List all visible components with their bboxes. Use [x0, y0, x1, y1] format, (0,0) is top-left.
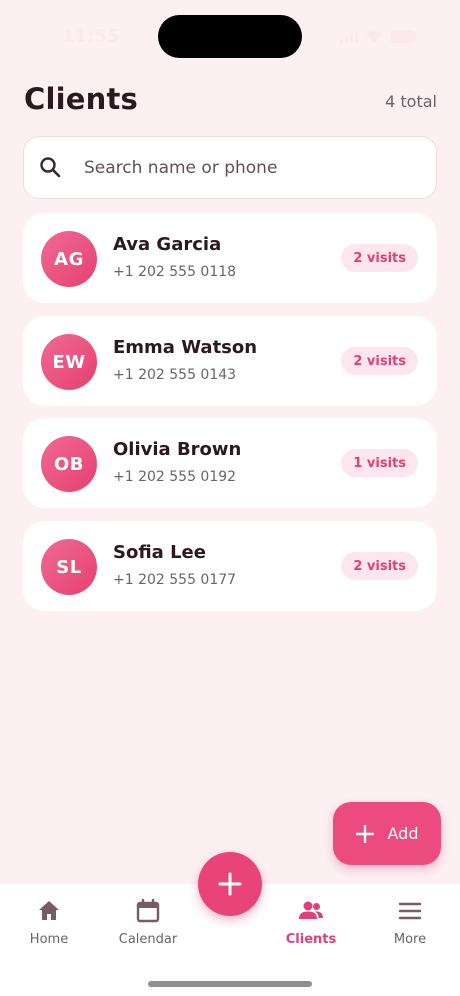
page-title: Clients — [24, 82, 139, 116]
home-icon — [39, 901, 59, 920]
visits-badge: 2 visits — [341, 552, 418, 580]
nav-item-calendar[interactable]: Calendar — [102, 898, 194, 947]
signal-icon — [340, 30, 358, 43]
client-name: Emma Watson — [113, 337, 258, 358]
client-phone: +1 202 555 0192 — [113, 469, 237, 485]
avatar: OB — [41, 436, 97, 492]
people-icon — [299, 901, 323, 919]
status-time: 11:55 — [62, 26, 120, 47]
nav-label-home: Home — [29, 932, 69, 947]
calendar-icon — [136, 898, 160, 923]
client-phone: +1 202 555 0143 — [113, 367, 237, 383]
battery-icon — [390, 30, 416, 43]
status-icons — [340, 30, 416, 43]
client-card-olivia-brown[interactable]: OB Olivia Brown +1 202 555 0192 1 visits — [23, 418, 437, 508]
nav-item-home[interactable]: Home — [3, 898, 95, 947]
wifi-icon — [366, 30, 382, 43]
status-bar: 11:55 — [0, 0, 460, 70]
client-phone: +1 202 555 0177 — [113, 572, 237, 588]
nav-label-more: More — [393, 932, 427, 947]
client-card-ava-garcia[interactable]: AG Ava Garcia +1 202 555 0118 2 visits — [23, 213, 437, 303]
nav-label-clients: Clients — [285, 932, 337, 947]
visits-badge: 2 visits — [341, 347, 418, 375]
avatar: AG — [41, 231, 97, 287]
add-button-label: Add — [387, 824, 419, 843]
client-name: Ava Garcia — [113, 234, 222, 255]
dynamic-island — [158, 15, 302, 58]
menu-icon — [398, 902, 422, 920]
visits-badge: 1 visits — [341, 449, 418, 477]
plus-icon — [218, 872, 242, 896]
client-name: Sofia Lee — [113, 542, 206, 563]
search-icon — [40, 157, 61, 178]
client-phone: +1 202 555 0118 — [113, 264, 237, 280]
add-client-button[interactable]: Add — [333, 802, 441, 865]
client-total-count: 4 total — [385, 92, 437, 111]
nav-item-more[interactable]: More — [364, 898, 456, 947]
nav-item-clients[interactable]: Clients — [265, 898, 357, 947]
avatar: SL — [41, 539, 97, 595]
avatar: EW — [41, 334, 97, 390]
client-name: Olivia Brown — [113, 439, 242, 460]
visits-badge: 2 visits — [341, 244, 418, 272]
client-card-emma-watson[interactable]: EW Emma Watson +1 202 555 0143 2 visits — [23, 316, 437, 406]
center-add-button[interactable] — [198, 852, 262, 916]
client-card-sofia-lee[interactable]: SL Sofia Lee +1 202 555 0177 2 visits — [23, 521, 437, 611]
search-input[interactable] — [84, 137, 424, 198]
home-indicator[interactable] — [148, 981, 312, 987]
nav-label-calendar: Calendar — [118, 932, 178, 947]
search-box[interactable] — [23, 136, 437, 199]
plus-icon — [355, 824, 374, 843]
